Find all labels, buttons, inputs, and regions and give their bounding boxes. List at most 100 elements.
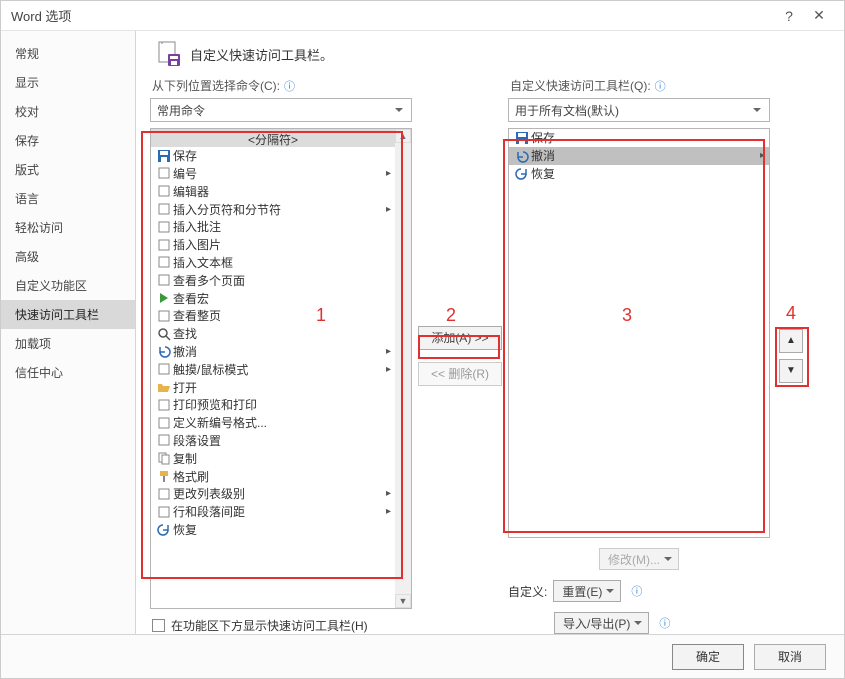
save-icon	[155, 149, 173, 163]
list-item[interactable]: 撤消 ▸	[509, 147, 769, 165]
num-icon	[155, 166, 173, 180]
list-item-label: 保存	[531, 129, 555, 146]
cancel-button[interactable]: 取消	[754, 644, 826, 670]
choose-commands-select[interactable]: 常用命令	[150, 98, 412, 122]
commands-listbox[interactable]: <分隔符>保存编号 ▸ 编辑器插入分页符和分节符▸插入批注插入图片插入文本框查看多个…	[150, 128, 412, 609]
spacing-icon	[155, 505, 173, 519]
sidebar-item[interactable]: 轻松访问	[1, 213, 135, 242]
list-item-label: 撤消	[531, 147, 555, 164]
submenu-arrow-icon: ▸	[386, 506, 391, 517]
scrollbar[interactable]: ▲ ▼	[395, 129, 411, 608]
list-item[interactable]: 插入分页符和分节符▸	[151, 200, 395, 218]
move-up-button[interactable]: ▲	[779, 329, 803, 353]
sidebar-item[interactable]: 语言	[1, 184, 135, 213]
info-icon[interactable]: ⓘ	[659, 615, 670, 631]
sidebar-item[interactable]: 自定义功能区	[1, 271, 135, 300]
sidebar-item[interactable]: 显示	[1, 68, 135, 97]
submenu-arrow-icon: ▸	[386, 168, 391, 179]
add-button[interactable]: 添加(A) >>	[418, 326, 502, 350]
modify-button[interactable]: 修改(M)...	[599, 548, 679, 570]
list-item[interactable]: 打印预览和打印	[151, 396, 395, 414]
help-button[interactable]: ?	[774, 8, 804, 24]
list-item-label: 插入图片	[173, 236, 221, 253]
list-item[interactable]: 插入图片	[151, 236, 395, 254]
titlebar: Word 选项 ? ✕	[1, 1, 844, 31]
list-item-label: 查看多个页面	[173, 272, 245, 289]
qat-listbox[interactable]: 保存撤消 ▸ 恢复	[508, 128, 770, 538]
undo-icon	[513, 149, 531, 163]
list-item[interactable]: 编辑器	[151, 182, 395, 200]
info-icon[interactable]: ⓘ	[284, 78, 295, 94]
customize-qat-select[interactable]: 用于所有文档(默认)	[508, 98, 770, 122]
submenu-arrow-icon: ▸	[386, 488, 391, 499]
list-item[interactable]: 插入文本框	[151, 254, 395, 272]
list-item[interactable]: 段落设置	[151, 432, 395, 450]
submenu-arrow-icon: ▸	[386, 346, 391, 357]
sidebar-item[interactable]: 版式	[1, 155, 135, 184]
list-item[interactable]: 更改列表级别 ▸	[151, 485, 395, 503]
list-item[interactable]: 查看多个页面	[151, 271, 395, 289]
move-down-button[interactable]: ▼	[779, 359, 803, 383]
list-item-label: 段落设置	[173, 432, 221, 449]
page-heading: 自定义快速访问工具栏。	[190, 45, 333, 64]
sidebar-item[interactable]: 常规	[1, 39, 135, 68]
sidebar-item[interactable]: 高级	[1, 242, 135, 271]
list-item-label: 恢复	[531, 165, 555, 182]
list-item[interactable]: 编号 ▸	[151, 165, 395, 183]
list-item[interactable]: 行和段落间距 ▸	[151, 503, 395, 521]
list-item-label: 查看整页	[173, 307, 221, 324]
sidebar-item[interactable]: 保存	[1, 126, 135, 155]
remove-button[interactable]: << 删除(R)	[418, 362, 502, 386]
pages-icon	[155, 273, 173, 287]
list-item-label: 撤消	[173, 343, 197, 360]
list-item-label: 编号	[173, 165, 197, 182]
scroll-down-icon[interactable]: ▼	[395, 594, 411, 608]
list-item[interactable]: 保存	[509, 129, 769, 147]
close-button[interactable]: ✕	[804, 7, 834, 24]
info-icon[interactable]: ⓘ	[631, 583, 642, 599]
sidebar-item[interactable]: 快速访问工具栏	[1, 300, 135, 329]
list-item[interactable]: 查看宏	[151, 289, 395, 307]
list-item[interactable]: 格式刷	[151, 467, 395, 485]
submenu-arrow-icon: ▸	[760, 150, 765, 161]
list-item-label: 编辑器	[173, 183, 209, 200]
list-item[interactable]: 定义新编号格式...	[151, 414, 395, 432]
list-item-label: 保存	[173, 147, 197, 164]
list-item[interactable]: 恢复	[151, 521, 395, 539]
list-item[interactable]: 撤消 ▸	[151, 343, 395, 361]
editor-icon	[155, 184, 173, 198]
list-item[interactable]: 插入批注	[151, 218, 395, 236]
list-item[interactable]: 恢复	[509, 165, 769, 183]
dialog-title: Word 选项	[11, 6, 71, 25]
find-icon	[155, 327, 173, 341]
list-item-label: 打印预览和打印	[173, 396, 257, 413]
separator-header[interactable]: <分隔符>	[151, 129, 395, 147]
show-below-ribbon-checkbox[interactable]	[152, 619, 165, 632]
list-item[interactable]: 复制	[151, 449, 395, 467]
sidebar-item[interactable]: 校对	[1, 97, 135, 126]
list-item[interactable]: 打开	[151, 378, 395, 396]
ok-button[interactable]: 确定	[672, 644, 744, 670]
list-item[interactable]: 查看整页	[151, 307, 395, 325]
list-item-label: 行和段落间距	[173, 503, 245, 520]
triangle-down-icon: ▼	[786, 365, 796, 376]
scroll-up-icon[interactable]: ▲	[395, 129, 411, 143]
list-item-label: 格式刷	[173, 468, 209, 485]
redo-icon	[155, 522, 173, 536]
list-item-label: 更改列表级别	[173, 485, 245, 502]
list-item[interactable]: 查找	[151, 325, 395, 343]
list-item[interactable]: 触摸/鼠标模式▸	[151, 360, 395, 378]
list-item-label: 恢复	[173, 521, 197, 538]
sidebar-item[interactable]: 加载项	[1, 329, 135, 358]
submenu-arrow-icon: ▸	[386, 364, 391, 375]
sidebar-item[interactable]: 信任中心	[1, 358, 135, 387]
import-export-button[interactable]: 导入/导出(P)	[554, 612, 649, 634]
list-item-label: 复制	[173, 450, 197, 467]
word-options-dialog: Word 选项 ? ✕ 常规显示校对保存版式语言轻松访问高级自定义功能区快速访问…	[0, 0, 845, 679]
redo-icon	[513, 166, 531, 180]
info-icon[interactable]: ⓘ	[655, 78, 666, 94]
reset-button[interactable]: 重置(E)	[553, 580, 621, 602]
list-item-label: 插入文本框	[173, 254, 233, 271]
submenu-arrow-icon: ▸	[386, 204, 391, 215]
list-item[interactable]: 保存	[151, 147, 395, 165]
